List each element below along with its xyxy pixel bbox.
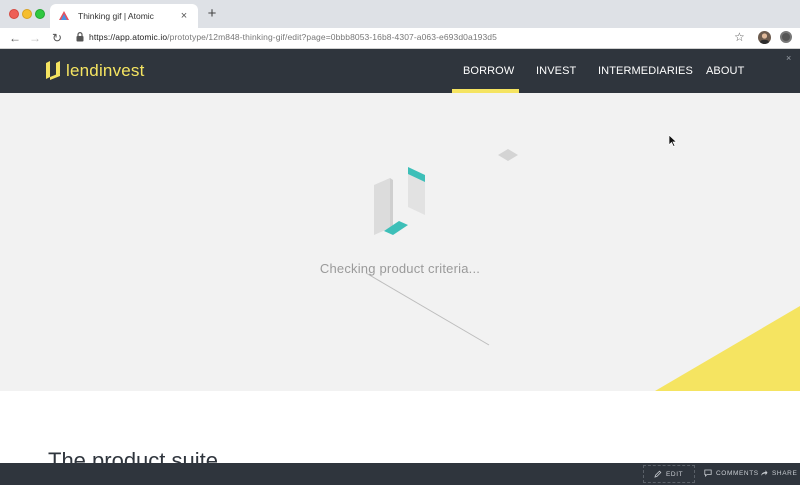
tab-close-icon[interactable]: ×: [178, 10, 190, 22]
atomic-preview-bar: EDIT COMMENTS SHARE: [0, 463, 800, 485]
share-button[interactable]: SHARE: [760, 469, 797, 477]
maximize-window-button[interactable]: [35, 9, 45, 19]
minimize-window-button[interactable]: [22, 9, 32, 19]
content-section: The product suite: [0, 391, 800, 463]
browser-titlebar: Thinking gif | Atomic × +: [0, 0, 800, 28]
yellow-triangle-decoration: [655, 306, 800, 391]
atomic-favicon-icon: [59, 11, 69, 20]
logo-text: lendinvest: [66, 61, 145, 80]
share-icon: [761, 470, 768, 476]
browser-tab[interactable]: Thinking gif | Atomic ×: [50, 4, 198, 28]
decorative-line: [365, 272, 490, 346]
comment-icon: [704, 469, 712, 477]
loading-animation: [365, 149, 800, 391]
share-label: SHARE: [772, 469, 798, 477]
url-host: https://app.atomic.io: [89, 32, 168, 42]
loading-panel: Checking product criteria...: [0, 93, 800, 391]
url-path: /prototype/12m848-thinking-gif/edit?page…: [167, 32, 497, 42]
loader-left-panel: [374, 178, 390, 235]
browser-toolbar: ← → ↻ https://app.atomic.io/prototype/12…: [0, 28, 800, 49]
extension-icon[interactable]: [780, 31, 792, 43]
address-bar[interactable]: https://app.atomic.io/prototype/12m848-t…: [89, 32, 497, 42]
back-icon[interactable]: ←: [8, 30, 22, 46]
section-title: The product suite: [48, 448, 218, 463]
reload-icon[interactable]: ↻: [50, 30, 64, 46]
profile-avatar[interactable]: [758, 31, 771, 44]
loading-message: Checking product criteria...: [319, 261, 481, 276]
pencil-icon: [654, 470, 662, 478]
edit-button[interactable]: EDIT: [643, 465, 695, 483]
comments-button[interactable]: COMMENTS: [704, 469, 759, 477]
nav-about[interactable]: ABOUT: [706, 65, 744, 77]
edit-label: EDIT: [666, 470, 684, 478]
person-icon: [760, 33, 769, 44]
lock-icon: [76, 32, 84, 42]
loader-left-panel-edge: [390, 178, 393, 229]
lendinvest-logo[interactable]: lendinvest: [46, 60, 145, 82]
mouse-cursor-icon: [669, 135, 677, 147]
nav-intermediaries[interactable]: INTERMEDIARIES: [598, 65, 693, 77]
new-tab-button[interactable]: +: [205, 6, 219, 22]
tab-title: Thinking gif | Atomic: [78, 11, 154, 21]
floating-diamond: [498, 149, 518, 161]
logo-mark-icon: [46, 61, 60, 80]
forward-icon[interactable]: →: [28, 30, 42, 46]
nav-invest[interactable]: INVEST: [536, 65, 576, 77]
close-icon[interactable]: ×: [786, 53, 791, 63]
close-window-button[interactable]: [9, 9, 19, 19]
comments-label: COMMENTS: [716, 469, 759, 477]
nav-borrow[interactable]: BORROW: [463, 65, 514, 77]
bookmark-star-icon[interactable]: ☆: [734, 30, 745, 44]
